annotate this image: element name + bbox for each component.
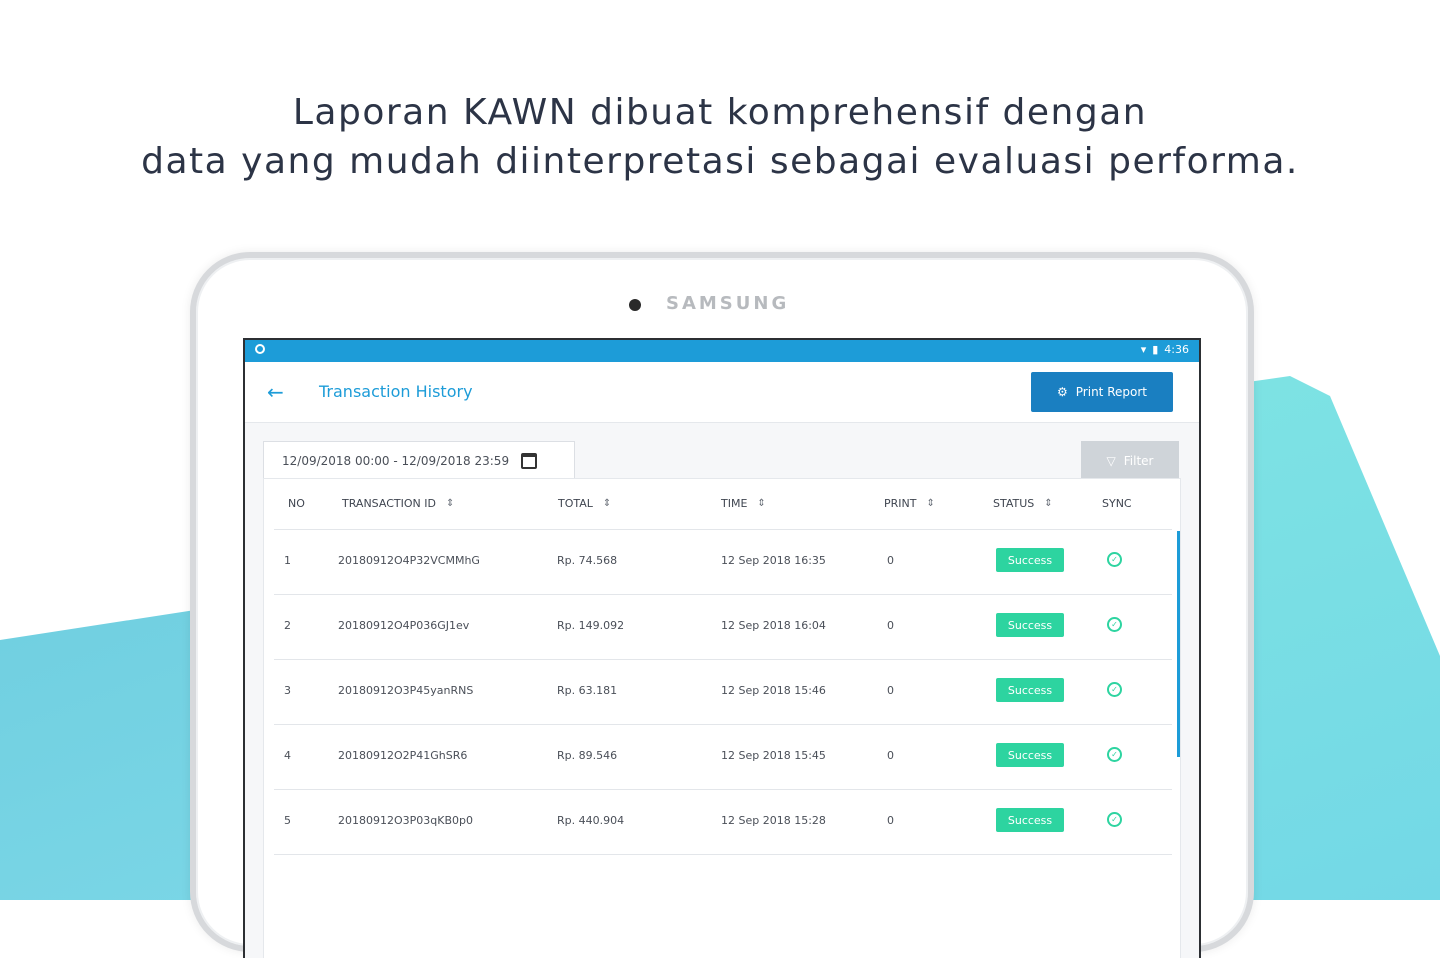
status-badge: Success bbox=[996, 743, 1064, 767]
status-icons: ▾ ▮ 4:36 bbox=[1141, 343, 1189, 356]
tablet-device: SAMSUNG ▾ ▮ 4:36 ← Transaction History ⚙… bbox=[190, 252, 1254, 958]
scrollbar[interactable] bbox=[1177, 531, 1180, 757]
row-total: Rp. 63.181 bbox=[557, 684, 618, 697]
sort-icon[interactable]: ⇕ bbox=[926, 498, 934, 509]
date-range-picker[interactable]: 12/09/2018 00:00 - 12/09/2018 23:59 bbox=[263, 441, 575, 481]
filter-label: Filter bbox=[1123, 454, 1154, 468]
column-total-label: TOTAL bbox=[558, 497, 593, 510]
column-sync-label: SYNC bbox=[1102, 497, 1132, 510]
row-no: 4 bbox=[284, 749, 291, 762]
table-row[interactable]: 1 20180912O4P32VCMMhG Rp. 74.568 12 Sep … bbox=[274, 529, 1172, 595]
row-transaction-id: 20180912O4P32VCMMhG bbox=[338, 554, 480, 567]
column-transaction-id-label: TRANSACTION ID bbox=[342, 497, 436, 510]
filter-button[interactable]: ▽ Filter bbox=[1081, 441, 1179, 481]
row-no: 1 bbox=[284, 554, 291, 567]
row-total: Rp. 149.092 bbox=[557, 619, 625, 632]
status-bar: ▾ ▮ 4:36 bbox=[245, 340, 1199, 362]
app-bar: ← Transaction History ⚙ Print Report bbox=[245, 362, 1199, 423]
column-time[interactable]: TIME ⇕ bbox=[721, 497, 766, 510]
calendar-icon[interactable] bbox=[521, 453, 538, 469]
row-total: Rp. 440.904 bbox=[557, 814, 625, 827]
row-time: 12 Sep 2018 15:28 bbox=[721, 814, 826, 827]
check-circle-icon: ✓ bbox=[1107, 812, 1122, 827]
row-total: Rp. 74.568 bbox=[557, 554, 618, 567]
column-no: NO bbox=[288, 497, 305, 510]
check-circle-icon: ✓ bbox=[1107, 682, 1122, 697]
battery-icon: ▮ bbox=[1152, 343, 1159, 356]
row-print-count: 0 bbox=[887, 619, 894, 632]
status-badge: Success bbox=[996, 678, 1064, 702]
table-row[interactable]: 4 20180912O2P41GhSR6 Rp. 89.546 12 Sep 2… bbox=[274, 724, 1172, 790]
print-report-button[interactable]: ⚙ Print Report bbox=[1031, 372, 1173, 412]
row-transaction-id: 20180912O3P45yanRNS bbox=[338, 684, 474, 697]
table-row[interactable]: 2 20180912O4P036GJ1ev Rp. 149.092 12 Sep… bbox=[274, 594, 1172, 660]
check-circle-icon: ✓ bbox=[1107, 617, 1122, 632]
page-title: Transaction History bbox=[319, 382, 473, 401]
wifi-icon: ▾ bbox=[1140, 343, 1147, 356]
headline-line-1: Laporan KAWN dibuat komprehensif dengan bbox=[292, 92, 1148, 133]
headline-line-2: data yang mudah diinterpretasi sebagai e… bbox=[141, 141, 1299, 182]
column-print-label: PRINT bbox=[884, 497, 917, 510]
date-range-value: 12/09/2018 00:00 - 12/09/2018 23:59 bbox=[282, 454, 510, 468]
row-time: 12 Sep 2018 15:46 bbox=[721, 684, 826, 697]
headline: Laporan KAWN dibuat komprehensif dengan … bbox=[0, 88, 1440, 186]
status-badge: Success bbox=[996, 613, 1064, 637]
column-total[interactable]: TOTAL ⇕ bbox=[558, 497, 611, 510]
row-transaction-id: 20180912O2P41GhSR6 bbox=[338, 749, 468, 762]
row-no: 3 bbox=[284, 684, 291, 697]
print-report-label: Print Report bbox=[1075, 385, 1147, 399]
arrow-left-icon[interactable]: ← bbox=[267, 380, 284, 404]
sort-icon[interactable]: ⇕ bbox=[446, 498, 454, 509]
row-print-count: 0 bbox=[887, 749, 894, 762]
row-time: 12 Sep 2018 16:04 bbox=[721, 619, 826, 632]
table-header: NO TRANSACTION ID ⇕ TOTAL ⇕ TIME ⇕ PRINT… bbox=[274, 479, 1172, 530]
gear-icon: ⚙ bbox=[1057, 385, 1068, 399]
column-transaction-id[interactable]: TRANSACTION ID ⇕ bbox=[342, 497, 454, 510]
row-no: 5 bbox=[284, 814, 291, 827]
table-row[interactable]: 3 20180912O3P45yanRNS Rp. 63.181 12 Sep … bbox=[274, 659, 1172, 725]
sort-icon[interactable]: ⇕ bbox=[757, 498, 765, 509]
check-circle-icon: ✓ bbox=[1107, 747, 1122, 762]
column-status-label: STATUS bbox=[993, 497, 1035, 510]
row-print-count: 0 bbox=[887, 814, 894, 827]
row-print-count: 0 bbox=[887, 684, 894, 697]
column-status[interactable]: STATUS ⇕ bbox=[993, 497, 1053, 510]
row-print-count: 0 bbox=[887, 554, 894, 567]
column-print[interactable]: PRINT ⇕ bbox=[884, 497, 935, 510]
device-brand: SAMSUNG bbox=[666, 293, 790, 314]
sort-icon[interactable]: ⇕ bbox=[1044, 498, 1052, 509]
notification-icon bbox=[255, 344, 265, 354]
row-time: 12 Sep 2018 16:35 bbox=[721, 554, 826, 567]
camera-icon bbox=[629, 299, 641, 311]
row-total: Rp. 89.546 bbox=[557, 749, 618, 762]
status-time: 4:36 bbox=[1164, 343, 1189, 356]
table-row[interactable]: 5 20180912O3P03qKB0p0 Rp. 440.904 12 Sep… bbox=[274, 789, 1172, 855]
tablet-screen: ▾ ▮ 4:36 ← Transaction History ⚙ Print R… bbox=[243, 338, 1201, 958]
row-time: 12 Sep 2018 15:45 bbox=[721, 749, 826, 762]
status-badge: Success bbox=[996, 548, 1064, 572]
row-transaction-id: 20180912O4P036GJ1ev bbox=[338, 619, 470, 632]
column-no-label: NO bbox=[288, 497, 305, 510]
row-no: 2 bbox=[284, 619, 291, 632]
sort-icon[interactable]: ⇕ bbox=[603, 498, 611, 509]
column-time-label: TIME bbox=[721, 497, 748, 510]
check-circle-icon: ✓ bbox=[1107, 552, 1122, 567]
row-transaction-id: 20180912O3P03qKB0p0 bbox=[338, 814, 473, 827]
column-sync: SYNC bbox=[1102, 497, 1132, 510]
filter-icon: ▽ bbox=[1106, 454, 1116, 468]
transaction-table: NO TRANSACTION ID ⇕ TOTAL ⇕ TIME ⇕ PRINT… bbox=[263, 478, 1181, 958]
status-badge: Success bbox=[996, 808, 1064, 832]
